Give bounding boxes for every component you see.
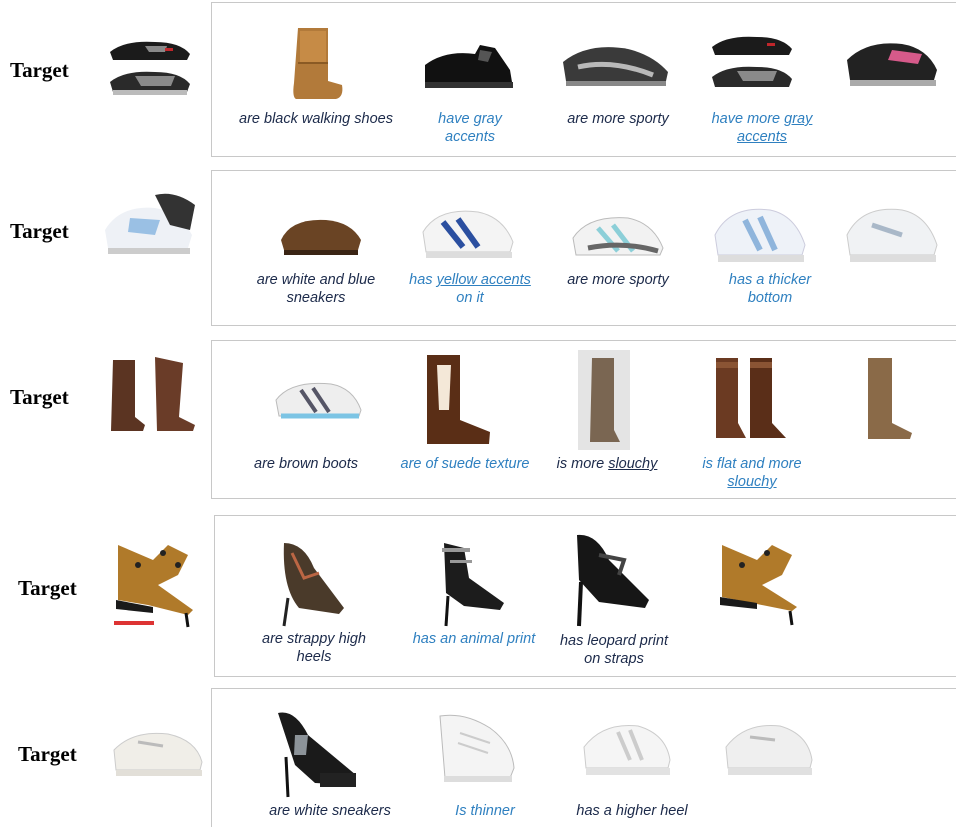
sneaker-image bbox=[846, 208, 938, 262]
caption: has leopard print on straps bbox=[559, 633, 668, 667]
boots-pair-image bbox=[716, 358, 786, 438]
caption: is more slouchy bbox=[556, 456, 658, 472]
heel-image bbox=[577, 534, 649, 627]
heel-image bbox=[720, 545, 797, 626]
caption: has a thicker bottom bbox=[728, 272, 812, 306]
target-boots-image bbox=[111, 357, 195, 431]
sneaker-image bbox=[725, 724, 813, 775]
target-label: Target bbox=[10, 219, 69, 243]
slouchy-boot-image bbox=[578, 350, 630, 450]
caption: are strappy high heels bbox=[262, 631, 366, 665]
caption: has a higher heel bbox=[576, 803, 688, 819]
clog-image bbox=[281, 219, 361, 255]
sneaker-image bbox=[563, 47, 668, 86]
caption: Is thinner bbox=[455, 803, 515, 819]
caption: are white sneakers bbox=[269, 803, 391, 819]
target-label: Target bbox=[10, 385, 69, 409]
heel-image bbox=[282, 543, 344, 627]
caption: are brown boots bbox=[254, 456, 358, 472]
caption: are of suede texture bbox=[400, 456, 530, 472]
target-label: Target bbox=[18, 576, 77, 600]
sneaker-pair-image bbox=[712, 36, 792, 87]
caption: has an animal print bbox=[412, 631, 536, 647]
boot-image bbox=[868, 358, 912, 439]
sneaker-image bbox=[422, 210, 514, 258]
heel-image bbox=[442, 543, 504, 627]
target-shoe-image bbox=[110, 41, 190, 95]
sneaker-image bbox=[847, 43, 937, 86]
sneaker-image bbox=[572, 217, 664, 256]
sneaker-image bbox=[275, 382, 362, 419]
cowboy-boot-image bbox=[427, 355, 490, 444]
sneaker-image bbox=[583, 724, 671, 775]
platform-heel-image bbox=[278, 712, 356, 798]
target-shoe-image bbox=[105, 193, 195, 254]
sneaker-image bbox=[714, 208, 806, 262]
target-label: Target bbox=[18, 742, 77, 766]
caption: are white and blue sneakers bbox=[256, 272, 376, 306]
caption: have gray accents bbox=[438, 111, 502, 145]
caption: are more sporty bbox=[567, 111, 669, 127]
caption: are more sporty bbox=[567, 272, 669, 288]
sneaker-image bbox=[425, 45, 513, 88]
target-label: Target bbox=[10, 58, 69, 82]
boot-image bbox=[293, 28, 343, 99]
target-shoe-image bbox=[113, 732, 203, 776]
caption: have more gray accents bbox=[711, 111, 813, 145]
caption: are black walking shoes bbox=[239, 111, 393, 127]
caption: is flat and more slouchy bbox=[702, 456, 802, 490]
caption: has yellow accents on it bbox=[409, 272, 531, 306]
target-heels-image bbox=[114, 545, 193, 628]
sneaker-image bbox=[439, 714, 515, 782]
